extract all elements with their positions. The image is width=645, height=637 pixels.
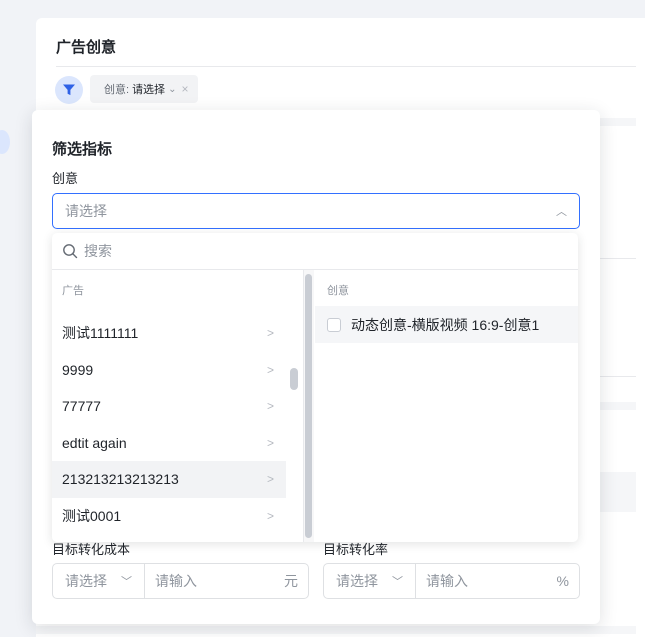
target-rate-input[interactable]: 请输入 % xyxy=(416,564,579,598)
bg-strip xyxy=(600,472,636,512)
creative-filter-chip[interactable]: 创意: 请选择 ⌄ × xyxy=(90,75,199,103)
ad-column-header: 广告 xyxy=(62,285,84,297)
target-cost-field: 请选择 ﹀ 请输入 元 xyxy=(52,563,309,599)
search-input[interactable]: 搜索 xyxy=(52,233,578,270)
target-rate-label: 目标转化率 xyxy=(323,542,389,557)
side-indicator xyxy=(0,130,10,154)
close-icon[interactable]: × xyxy=(181,82,188,96)
creative-field-label: 创意 xyxy=(52,171,79,186)
bg-strip xyxy=(600,118,636,126)
ad-column: 广告 测试1111111 > 9999 > 77777 > edtit again > … xyxy=(52,270,304,542)
chevron-right-icon: > xyxy=(266,362,274,377)
panel-title: 筛选指标 xyxy=(52,141,113,158)
chip-key: 创意: xyxy=(104,84,130,96)
select-placeholder: 请选择 xyxy=(65,573,107,589)
creative-option[interactable]: 动态创意-横版视频 16:9-创意1 xyxy=(315,306,578,343)
input-placeholder: 请输入 xyxy=(155,573,197,589)
chip-value: 请选择 xyxy=(132,84,166,96)
select-placeholder: 请选择 xyxy=(65,203,107,219)
ad-label: 测试1111111 xyxy=(62,325,139,342)
chevron-up-icon: ︿ xyxy=(556,206,567,218)
ad-label: 213213213213213 xyxy=(62,471,179,488)
cascader-dropdown: 搜索 广告 测试1111111 > 9999 > 77777 > edtit agai… xyxy=(52,233,578,542)
target-cost-label: 目标转化成本 xyxy=(52,542,131,557)
bg-strip xyxy=(600,402,636,410)
unit-suffix: % xyxy=(556,573,569,589)
creative-column-header: 创意 xyxy=(327,285,349,297)
chevron-down-icon: ⌄ xyxy=(168,83,177,95)
creative-select[interactable]: 请选择 ︿ xyxy=(52,193,580,229)
chevron-right-icon: > xyxy=(266,472,274,487)
bg-strip xyxy=(36,626,636,634)
list-item[interactable]: 9999 > xyxy=(52,352,286,389)
bg-divider xyxy=(600,258,636,259)
list-item[interactable]: 测试0001 > xyxy=(52,498,286,535)
scrollbar-thumb[interactable] xyxy=(290,368,298,390)
ad-list: 测试1111111 > 9999 > 77777 > edtit again > 213… xyxy=(52,315,286,534)
select-placeholder: 请选择 xyxy=(336,573,378,589)
ad-label: edtit again xyxy=(62,434,127,451)
title-divider xyxy=(56,66,636,67)
search-placeholder: 搜索 xyxy=(84,243,112,259)
list-item[interactable]: 213213213213213 > xyxy=(52,461,286,498)
page-title: 广告创意 xyxy=(56,39,117,56)
chevron-right-icon: > xyxy=(266,326,274,341)
input-placeholder: 请输入 xyxy=(426,573,468,589)
checkbox[interactable] xyxy=(327,317,341,332)
target-rate-field: 请选择 ﹀ 请输入 % xyxy=(323,563,580,599)
chevron-right-icon: > xyxy=(266,508,274,523)
creative-option-label: 动态创意-横版视频 16:9-创意1 xyxy=(351,316,540,333)
ad-label: 9999 xyxy=(62,361,94,378)
chevron-down-icon: ﹀ xyxy=(392,576,403,588)
ad-label: 77777 xyxy=(62,398,101,415)
chevron-right-icon: > xyxy=(266,399,274,414)
list-item[interactable]: edtit again > xyxy=(52,425,286,462)
ad-list-scrollbar[interactable] xyxy=(288,350,298,542)
unit-suffix: 元 xyxy=(284,573,298,589)
bg-divider xyxy=(600,376,636,377)
ad-label: 测试0001 xyxy=(62,507,122,524)
creative-column: 创意 动态创意-横版视频 16:9-创意1 xyxy=(315,270,578,542)
chevron-down-icon: ﹀ xyxy=(121,576,132,588)
column-scrollbar[interactable] xyxy=(304,270,314,542)
list-item[interactable]: 测试1111111 > xyxy=(52,315,286,352)
chevron-right-icon: > xyxy=(266,435,274,450)
search-icon xyxy=(63,244,78,259)
filter-panel: 筛选指标 创意 请选择 ︿ 搜索 广告 测试1111111 > 9999 > 777… xyxy=(32,110,600,624)
filter-button[interactable] xyxy=(55,76,83,104)
target-cost-input[interactable]: 请输入 元 xyxy=(145,564,308,598)
funnel-icon xyxy=(63,84,75,96)
target-cost-select[interactable]: 请选择 ﹀ xyxy=(53,564,145,598)
list-item[interactable]: 77777 > xyxy=(52,388,286,425)
target-rate-select[interactable]: 请选择 ﹀ xyxy=(324,564,416,598)
scrollbar-thumb[interactable] xyxy=(305,274,312,538)
